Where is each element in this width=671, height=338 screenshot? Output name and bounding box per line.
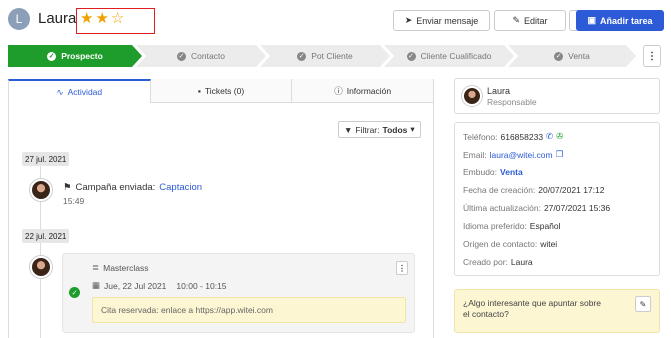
stage-contacto[interactable]: ✓ Contacto bbox=[136, 45, 266, 67]
whatsapp-icon[interactable]: ✇ bbox=[556, 131, 563, 142]
pipeline-stages: ✓ Prospecto ✓ Contacto ✓ Pot Cliente ✓ C… bbox=[8, 45, 636, 67]
language-row: Idioma preferido: Español bbox=[463, 221, 561, 231]
created-row: Fecha de creación: 20/07/2021 17:12 bbox=[463, 185, 605, 195]
pulse-icon: ∿ bbox=[56, 86, 64, 97]
filter-icon: ▼ bbox=[344, 124, 353, 135]
notes-prompt: ¿Algo interesante que apuntar sobre el c… bbox=[463, 298, 601, 319]
date-chip: 22 jul. 2021 bbox=[22, 229, 70, 243]
phone-value[interactable]: 616858233 bbox=[501, 132, 544, 142]
contact-name: Laura bbox=[38, 10, 77, 27]
edit-button[interactable]: ✎ Editar bbox=[494, 10, 566, 31]
tab-actividad[interactable]: ∿ Actividad bbox=[8, 79, 151, 103]
date-chip: 27 jul. 2021 bbox=[22, 152, 70, 166]
more-options-button[interactable]: ⋮ bbox=[643, 45, 661, 67]
filter-dropdown[interactable]: ▼ Filtrar: Todos ▾ bbox=[338, 121, 421, 138]
check-icon: ✓ bbox=[178, 53, 185, 60]
meeting-title: ≣ Masterclass bbox=[92, 262, 149, 273]
stage-prospecto[interactable]: ✓ Prospecto bbox=[8, 45, 142, 67]
kebab-icon: ⋮ bbox=[398, 263, 406, 273]
contact-header: L Laura ★★☆ ➤ Enviar mensaje ✎ Editar ▾ … bbox=[0, 0, 671, 40]
info-icon: ⓘ bbox=[334, 85, 343, 96]
kebab-icon: ⋮ bbox=[647, 50, 657, 62]
caret-down-icon: ▾ bbox=[410, 124, 415, 134]
tab-tickets[interactable]: ▪ Tickets (0) bbox=[150, 79, 293, 103]
rating-highlight-box bbox=[76, 8, 155, 34]
contact-info-box: Teléfono: 616858233 ✆ ✇ Email: laura@wit… bbox=[454, 122, 660, 276]
event-time: 15:49 bbox=[63, 196, 85, 206]
phone-icon[interactable]: ✆ bbox=[546, 131, 553, 142]
stage-pot-cliente[interactable]: ✓ Pot Cliente bbox=[260, 45, 390, 67]
check-icon: ✓ bbox=[555, 53, 562, 60]
pencil-icon: ✎ bbox=[512, 15, 521, 25]
list-icon: ≣ bbox=[92, 262, 100, 272]
tab-informacion[interactable]: ⓘ Información bbox=[292, 79, 435, 103]
completed-check-icon: ✓ bbox=[69, 287, 80, 298]
send-message-button[interactable]: ➤ Enviar mensaje bbox=[393, 10, 490, 31]
contact-avatar: L bbox=[8, 8, 30, 30]
copy-icon[interactable]: ❐ bbox=[556, 149, 564, 160]
card-options-button[interactable]: ⋮ bbox=[396, 261, 408, 275]
funnel-link[interactable]: Venta bbox=[500, 167, 523, 177]
check-icon: ✓ bbox=[408, 53, 414, 60]
stage-cliente-cualificado[interactable]: ✓ Cliente Cualificado bbox=[384, 45, 514, 67]
avatar bbox=[30, 256, 52, 278]
calendar-plus-icon: ▣ bbox=[587, 15, 596, 25]
notes-box[interactable]: ¿Algo interesante que apuntar sobre el c… bbox=[454, 289, 660, 333]
send-icon: ➤ bbox=[404, 15, 413, 25]
calendar-icon: ▦ bbox=[92, 280, 101, 290]
edit-notes-button[interactable]: ✎ bbox=[635, 296, 651, 312]
campaign-link[interactable]: Captacion bbox=[159, 182, 202, 193]
meeting-card: ≣ Masterclass ⋮ ✓ ▦ Jue, 22 Jul 2021 10:… bbox=[62, 253, 415, 333]
campaign-icon: ⚑ bbox=[63, 182, 72, 193]
creator-row: Creado por: Laura bbox=[463, 257, 533, 267]
funnel-row: Embudo: Venta bbox=[463, 167, 523, 177]
check-icon: ✓ bbox=[298, 53, 305, 60]
email-row: Email: laura@witei.com ❐ bbox=[463, 149, 564, 160]
meeting-datetime: ▦ Jue, 22 Jul 2021 10:00 - 10:15 bbox=[92, 280, 227, 291]
responsible-box: Laura Responsable bbox=[454, 78, 660, 114]
check-icon: ✓ bbox=[48, 53, 55, 60]
responsible-role: Responsable bbox=[487, 97, 537, 107]
avatar bbox=[30, 179, 52, 201]
updated-row: Última actualización: 27/07/2021 15:36 bbox=[463, 203, 611, 213]
meeting-note: Cita reservada: enlace a https://app.wit… bbox=[92, 297, 406, 323]
avatar bbox=[462, 86, 482, 106]
responsible-name: Laura bbox=[487, 86, 511, 96]
add-task-button[interactable]: ▣ Añadir tarea bbox=[576, 10, 664, 31]
email-link[interactable]: laura@witei.com bbox=[490, 150, 553, 160]
phone-row: Teléfono: 616858233 ✆ ✇ bbox=[463, 131, 564, 142]
origin-row: Origen de contacto: witei bbox=[463, 239, 558, 249]
activity-tabs: ∿ Actividad ▪ Tickets (0) ⓘ Información bbox=[8, 79, 435, 103]
campaign-event: ⚑ Campaña enviada: Captacion bbox=[63, 182, 203, 193]
ticket-icon: ▪ bbox=[197, 85, 201, 96]
stage-venta[interactable]: ✓ Venta bbox=[508, 45, 636, 67]
pencil-icon: ✎ bbox=[639, 299, 647, 309]
